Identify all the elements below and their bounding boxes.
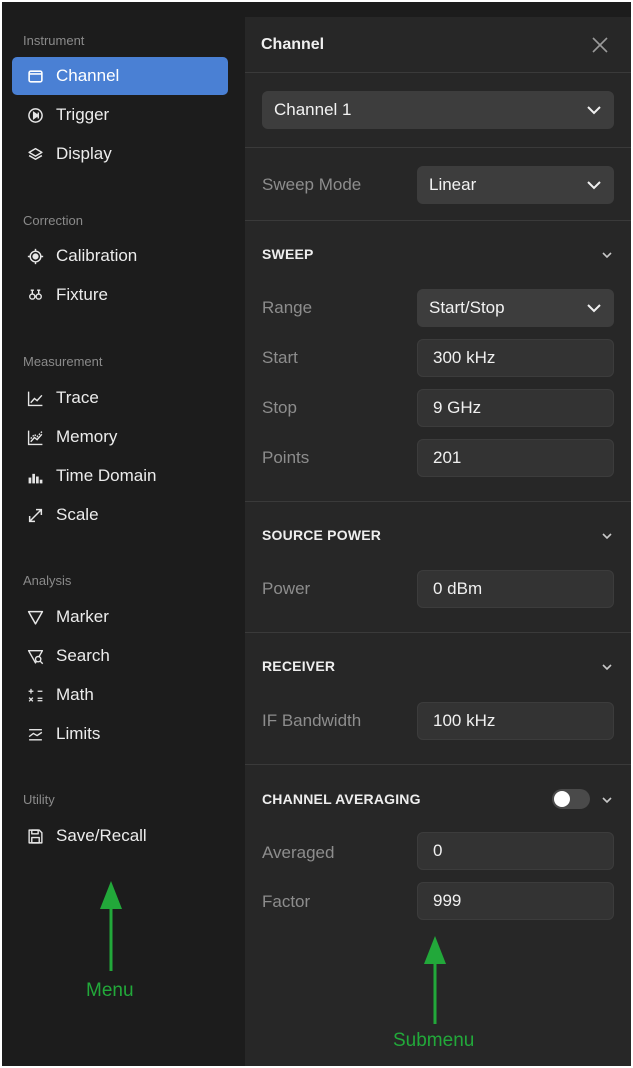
sweep-mode-dropdown[interactable]: Linear bbox=[417, 166, 614, 204]
limits-icon bbox=[24, 725, 46, 743]
menu-item-label: Trace bbox=[56, 388, 99, 407]
power-label: Power bbox=[262, 579, 311, 598]
chevron-down-icon bbox=[587, 181, 601, 190]
menu-item-trace[interactable]: Trace bbox=[12, 379, 228, 417]
scale-arrows-icon bbox=[24, 506, 46, 524]
menu-item-fixture[interactable]: Fixture bbox=[12, 276, 228, 314]
menu-item-label: Display bbox=[56, 144, 112, 163]
menu-item-trigger[interactable]: Trigger bbox=[12, 96, 228, 134]
averaged-field: 0 bbox=[417, 832, 614, 870]
menu-item-label: Trigger bbox=[56, 105, 110, 124]
menu-annotation-arrow bbox=[100, 881, 122, 971]
submenu-annotation-label: Submenu bbox=[393, 1030, 475, 1051]
menu-item-label: Search bbox=[56, 646, 110, 665]
panel-header: Channel bbox=[245, 17, 631, 73]
fixture-icon bbox=[24, 286, 46, 304]
menu-item-display[interactable]: Display bbox=[12, 135, 228, 173]
chevron-down-icon[interactable] bbox=[600, 250, 614, 260]
submenu-annotation-arrow bbox=[424, 936, 446, 1024]
divider bbox=[245, 632, 631, 633]
menu-item-label: Marker bbox=[56, 607, 109, 626]
receiver-section-header[interactable]: RECEIVER bbox=[262, 658, 335, 674]
chevron-down-icon[interactable] bbox=[600, 662, 614, 672]
menu-item-label: Calibration bbox=[56, 246, 138, 265]
channel-submenu-panel: Channel Channel 1 Sweep Mode Linear SWEE… bbox=[245, 17, 631, 1066]
floppy-disk-icon bbox=[24, 827, 46, 845]
menu-item-search[interactable]: Search bbox=[12, 637, 228, 675]
bar-chart-icon bbox=[24, 467, 46, 485]
math-operators-icon bbox=[24, 686, 46, 704]
range-label: Range bbox=[262, 298, 313, 317]
menu-section-instrument: Instrument bbox=[23, 33, 85, 48]
menu-item-memory[interactable]: Memory bbox=[12, 418, 228, 456]
divider bbox=[245, 501, 631, 502]
if-bandwidth-field[interactable]: 100 kHz bbox=[417, 702, 614, 740]
averaged-label: Averaged bbox=[262, 843, 335, 862]
menu-item-label: Scale bbox=[56, 505, 99, 524]
channel-averaging-section-header[interactable]: CHANNEL AVERAGING bbox=[262, 791, 421, 807]
menu-item-math[interactable]: Math bbox=[12, 676, 228, 714]
points-field[interactable]: 201 bbox=[417, 439, 614, 477]
if-bandwidth-label: IF Bandwidth bbox=[262, 711, 362, 730]
range-value: Start/Stop bbox=[429, 298, 505, 317]
chevron-down-icon bbox=[587, 304, 601, 313]
points-label: Points bbox=[262, 448, 310, 467]
menu-section-analysis: Analysis bbox=[23, 573, 72, 588]
chevron-down-icon bbox=[587, 106, 601, 115]
sweep-mode-label: Sweep Mode bbox=[262, 175, 362, 194]
divider bbox=[245, 764, 631, 765]
menu-item-label: Math bbox=[56, 685, 94, 704]
source-power-section-header[interactable]: SOURCE POWER bbox=[262, 527, 381, 543]
sweep-mode-value: Linear bbox=[429, 175, 477, 194]
trace-icon bbox=[24, 389, 46, 407]
menu-item-channel[interactable]: Channel bbox=[12, 57, 228, 95]
trigger-icon bbox=[24, 106, 46, 124]
toggle-knob bbox=[554, 791, 570, 807]
main-menu: Instrument Channel Trigger Display Corre… bbox=[2, 2, 245, 1066]
marker-triangle-icon bbox=[24, 608, 46, 626]
menu-item-label: Channel bbox=[56, 66, 120, 85]
sweep-section-header[interactable]: SWEEP bbox=[262, 246, 314, 262]
menu-item-calibration[interactable]: Calibration bbox=[12, 237, 228, 275]
menu-item-label: Limits bbox=[56, 724, 101, 743]
layers-icon bbox=[24, 145, 46, 163]
start-label: Start bbox=[262, 348, 298, 367]
factor-label: Factor bbox=[262, 892, 311, 911]
divider bbox=[245, 220, 631, 221]
crosshair-icon bbox=[24, 247, 46, 265]
menu-item-label: Fixture bbox=[56, 285, 108, 304]
app-window: Instrument Channel Trigger Display Corre… bbox=[2, 2, 631, 1066]
range-dropdown[interactable]: Start/Stop bbox=[417, 289, 614, 327]
menu-item-label: Time Domain bbox=[56, 466, 157, 485]
menu-section-measurement: Measurement bbox=[23, 354, 103, 369]
window-icon bbox=[24, 67, 46, 85]
close-icon[interactable] bbox=[589, 34, 611, 56]
panel-title: Channel bbox=[261, 36, 325, 53]
start-frequency-field[interactable]: 300 kHz bbox=[417, 339, 614, 377]
menu-annotation-label: Menu bbox=[86, 980, 134, 1001]
channel-select-dropdown[interactable]: Channel 1 bbox=[262, 91, 614, 129]
chevron-down-icon[interactable] bbox=[600, 795, 614, 805]
factor-field[interactable]: 999 bbox=[417, 882, 614, 920]
channel-averaging-toggle[interactable] bbox=[552, 789, 590, 809]
marker-search-icon bbox=[24, 647, 46, 665]
menu-section-correction: Correction bbox=[23, 213, 83, 228]
channel-select-value: Channel 1 bbox=[274, 100, 352, 119]
menu-item-label: Save/Recall bbox=[56, 826, 147, 845]
menu-item-time-domain[interactable]: Time Domain bbox=[12, 457, 228, 495]
divider bbox=[245, 147, 631, 148]
memory-trace-icon bbox=[24, 428, 46, 446]
chevron-down-icon[interactable] bbox=[600, 531, 614, 541]
menu-item-marker[interactable]: Marker bbox=[12, 598, 228, 636]
stop-label: Stop bbox=[262, 398, 297, 417]
menu-item-label: Memory bbox=[56, 427, 118, 446]
menu-item-save-recall[interactable]: Save/Recall bbox=[12, 817, 228, 855]
menu-item-limits[interactable]: Limits bbox=[12, 715, 228, 753]
stop-frequency-field[interactable]: 9 GHz bbox=[417, 389, 614, 427]
power-field[interactable]: 0 dBm bbox=[417, 570, 614, 608]
menu-section-utility: Utility bbox=[23, 792, 55, 807]
menu-item-scale[interactable]: Scale bbox=[12, 496, 228, 534]
